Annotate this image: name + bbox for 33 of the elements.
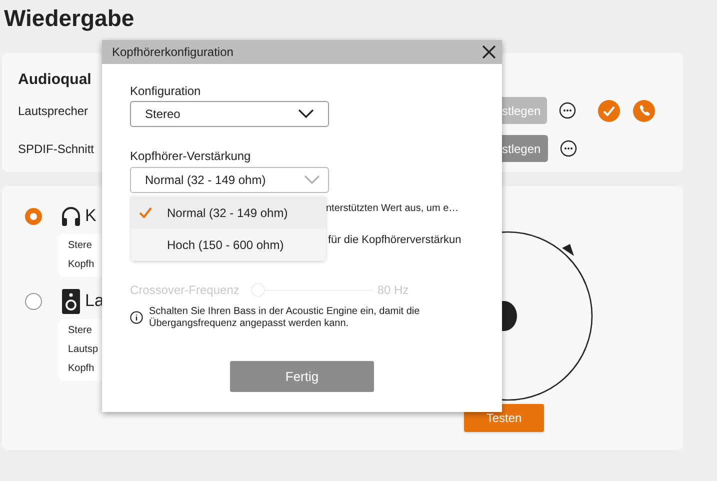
- detail-text: Lautsp: [68, 344, 100, 356]
- section-title: Audioqual: [18, 70, 92, 90]
- check-circle-icon: [598, 100, 620, 122]
- radio-button[interactable]: [25, 208, 42, 224]
- headphones-icon: [60, 205, 82, 227]
- configuration-select[interactable]: Stereo: [130, 101, 329, 127]
- dropdown-option[interactable]: Normal (32 - 149 ohm): [131, 196, 326, 228]
- page-title: Wiedergabe: [4, 4, 134, 33]
- info-text: Schalten Sie Ihren Bass in der Acoustic Engine ein, damit die Übergangsfrequenz angepasst werden kann.: [149, 306, 421, 330]
- detail-text: Stere: [68, 240, 93, 252]
- info-icon: [130, 311, 143, 324]
- checkmark-icon: [139, 206, 152, 218]
- chevron-down-icon: [304, 175, 320, 185]
- dialog-title: Kopfhörerkonfiguration: [112, 44, 234, 61]
- radio-button[interactable]: [25, 292, 42, 310]
- more-options-icon[interactable]: [560, 140, 577, 157]
- chevron-down-icon: [298, 109, 314, 119]
- output-name: K: [85, 205, 96, 228]
- detail-text: Kopfh: [68, 363, 96, 375]
- close-icon[interactable]: [482, 45, 496, 59]
- description-text: für die Kopfhörerverstärkun: [328, 234, 462, 246]
- description-text: nterstützten Wert aus, um e…: [326, 203, 460, 215]
- setting-label: Lautsprecher: [18, 102, 88, 120]
- field-label: Kopfhörer-Verstärkung: [130, 148, 251, 164]
- field-label: Konfiguration: [130, 83, 201, 99]
- gain-select[interactable]: Normal (32 - 149 ohm): [130, 167, 329, 193]
- more-options-icon[interactable]: [559, 102, 576, 119]
- setting-label: SPDIF-Schnitt: [18, 140, 94, 158]
- dropdown-option[interactable]: Hoch (150 - 600 ohm): [131, 228, 326, 260]
- phone-circle-icon: [633, 100, 655, 122]
- detail-text: Stere: [68, 325, 93, 337]
- detail-text: Kopfh: [68, 259, 96, 271]
- speaker-icon: [62, 288, 80, 314]
